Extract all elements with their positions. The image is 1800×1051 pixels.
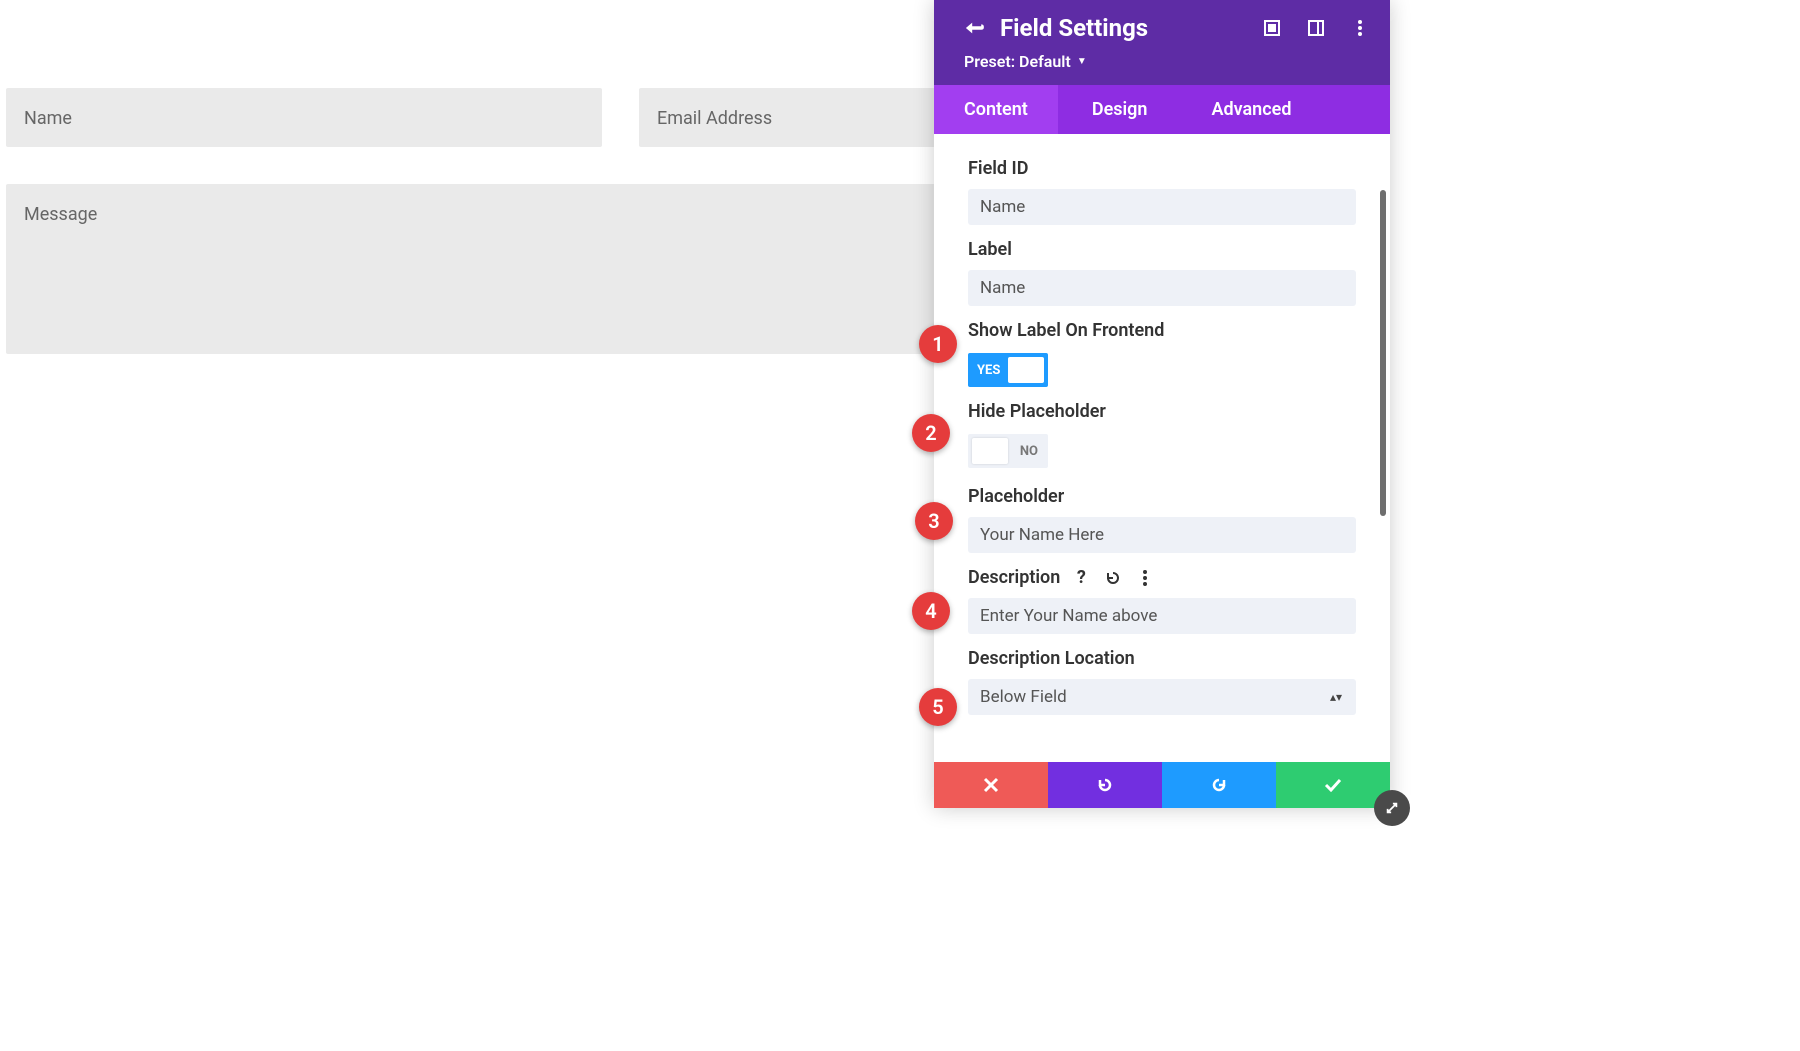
panel-footer [934,762,1390,808]
toggle-yes-text: YES [977,363,1000,378]
hide-placeholder-label: Hide Placeholder [968,401,1356,422]
callout-4: 4 [912,592,950,630]
tab-content[interactable]: Content [934,85,1058,134]
preset-label: Preset: Default [964,52,1071,71]
label-label: Label [968,239,1356,260]
preset-selector[interactable]: Preset: Default ▼ [934,46,1390,85]
more-options-icon[interactable] [1136,569,1154,587]
callout-2: 2 [912,414,950,452]
label-input[interactable]: Name [968,270,1356,306]
desc-location-label: Description Location [968,648,1356,669]
caret-down-icon: ▼ [1077,56,1087,67]
select-caret-icon: ▴▾ [1330,690,1342,704]
tab-design[interactable]: Design [1062,85,1178,134]
show-label-label: Show Label On Frontend [968,320,1356,341]
description-input[interactable]: Enter Your Name above [968,598,1356,634]
toggle-knob [972,438,1008,464]
snap-panel-icon[interactable] [1306,18,1326,38]
tab-advanced[interactable]: Advanced [1181,85,1321,134]
placeholder-input[interactable]: Your Name Here [968,517,1356,553]
hide-placeholder-toggle[interactable]: NO [968,434,1048,468]
callout-3: 3 [915,502,953,540]
field-id-label: Field ID [968,158,1356,179]
field-settings-panel: Field Settings Preset: Default ▼ Content… [934,0,1390,808]
placeholder-label: Placeholder [968,486,1356,507]
name-input[interactable]: Name [6,88,602,147]
callout-5: 5 [919,688,957,726]
toggle-knob [1008,357,1044,383]
more-icon[interactable] [1350,18,1370,38]
expand-modal-icon[interactable] [1262,18,1282,38]
redo-button[interactable] [1162,762,1276,808]
field-id-input[interactable]: Name [968,189,1356,225]
help-icon[interactable]: ? [1072,569,1090,587]
undo-button[interactable] [1048,762,1162,808]
expand-handle[interactable] [1374,790,1410,826]
description-label-text: Description [968,567,1060,588]
back-icon[interactable] [962,18,986,38]
description-label: Description ? [968,567,1356,588]
callout-1: 1 [919,325,957,363]
reset-icon[interactable] [1104,569,1122,587]
panel-body: Field ID Name Label Name Show Label On F… [934,134,1390,762]
desc-location-value: Below Field [980,687,1067,707]
toggle-no-text: NO [1020,444,1038,459]
panel-title: Field Settings [1000,14,1262,42]
cancel-button[interactable] [934,762,1048,808]
panel-header: Field Settings Preset: Default ▼ Content… [934,0,1390,134]
desc-location-select[interactable]: Below Field ▴▾ [968,679,1356,715]
confirm-button[interactable] [1276,762,1390,808]
panel-tabs: Content Design Advanced [934,85,1390,134]
scrollbar[interactable] [1380,190,1386,516]
show-label-toggle[interactable]: YES [968,353,1048,387]
